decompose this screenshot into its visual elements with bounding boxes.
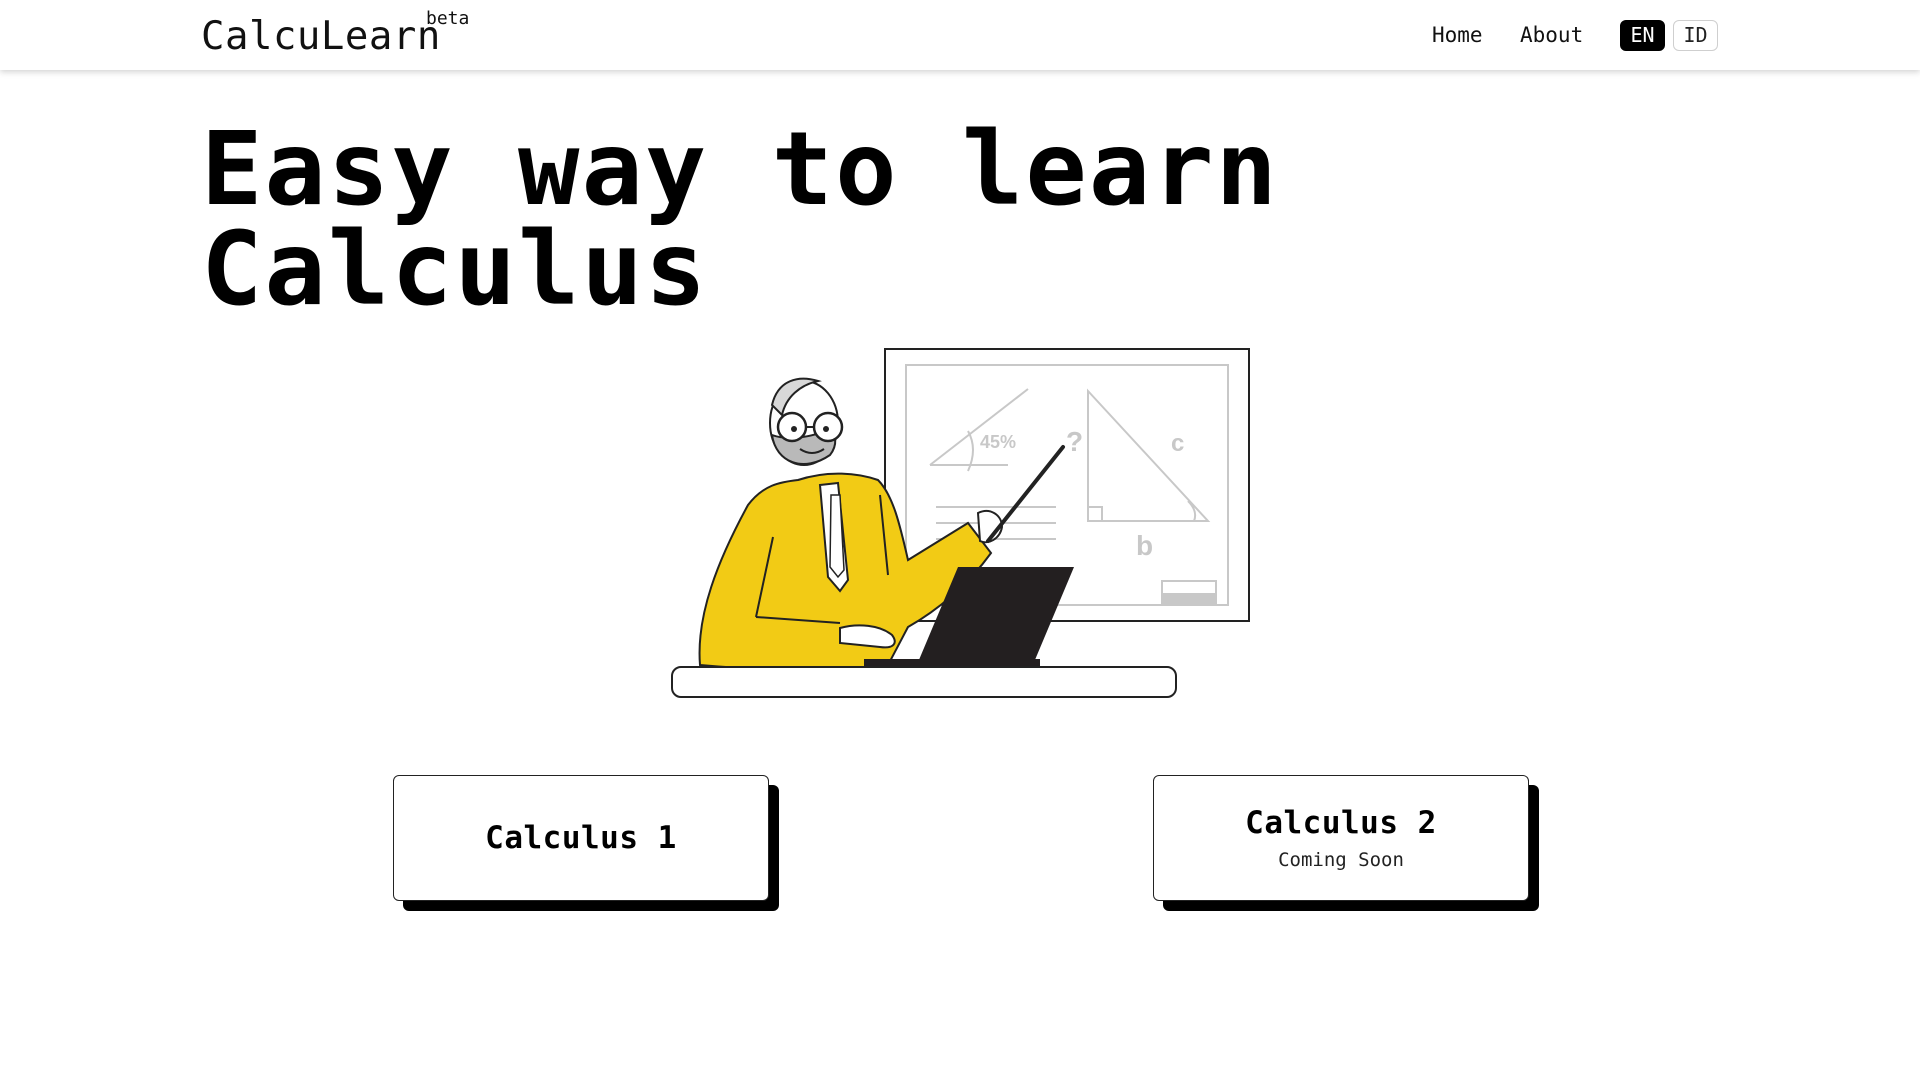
- navbar: CalcuLearn beta Home About EN ID: [0, 0, 1920, 70]
- nav-about-link[interactable]: About: [1520, 23, 1583, 47]
- teacher-illustration: 45% ? c b: [668, 345, 1258, 705]
- course-card-body[interactable]: Calculus 1: [393, 775, 769, 901]
- course-title: Calculus 2: [1245, 805, 1437, 841]
- board-side-c-label: c: [1171, 430, 1184, 457]
- hero-title-line2: Calculus: [201, 210, 709, 329]
- language-en-button[interactable]: EN: [1620, 20, 1665, 51]
- course-card-body[interactable]: Calculus 2 Coming Soon: [1153, 775, 1529, 901]
- nav-home-link[interactable]: Home: [1432, 23, 1483, 47]
- course-subtitle: Coming Soon: [1278, 849, 1404, 871]
- board-question-label: ?: [1066, 426, 1083, 457]
- beta-badge: beta: [426, 8, 470, 29]
- hero-title: Easy way to learn Calculus: [201, 119, 1401, 321]
- brand-logo[interactable]: CalcuLearn: [201, 14, 441, 59]
- board-side-b-label: b: [1136, 530, 1153, 561]
- course-card-calculus-2[interactable]: Calculus 2 Coming Soon: [1153, 775, 1539, 911]
- course-card-calculus-1[interactable]: Calculus 1: [393, 775, 779, 911]
- board-angle-label: 45%: [980, 432, 1016, 452]
- language-id-button[interactable]: ID: [1673, 20, 1718, 51]
- course-title: Calculus 1: [485, 820, 677, 856]
